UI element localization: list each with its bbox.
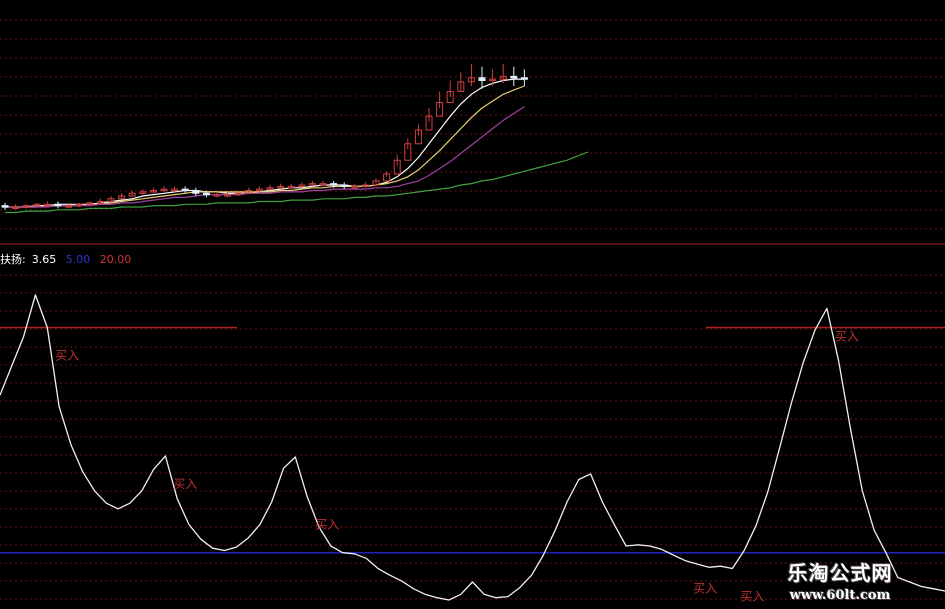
price-panel	[0, 64, 945, 245]
watermark-url: www.60lt.com	[789, 588, 891, 603]
site-watermark: 乐淘公式网 www.60lt.com	[765, 557, 915, 603]
buy-signal-label: 买入	[740, 589, 764, 603]
candle-body	[520, 77, 528, 80]
candle-body	[330, 183, 338, 186]
buy-signal-label: 买入	[55, 349, 79, 363]
buy-signal-label: 买入	[835, 329, 859, 343]
candle-body	[510, 75, 518, 79]
stock-chart: 买入买入买入买入买入买入	[0, 19, 945, 603]
price-panel-gridlines	[0, 19, 945, 230]
candle-body	[478, 77, 486, 81]
buy-signal-label: 买入	[693, 582, 717, 596]
indicator-name-label: 扶扬:	[0, 253, 26, 266]
indicator-value: 3.65	[31, 253, 57, 266]
candle-body	[192, 190, 200, 194]
indicator-legend: 扶扬: 3.65 5.00 20.00	[0, 251, 137, 267]
candle-body	[202, 192, 210, 196]
candle-body	[340, 184, 348, 187]
candle-body	[181, 188, 189, 192]
indicator-low-level: 5.00	[65, 253, 91, 266]
indicator-high-level: 20.00	[99, 253, 132, 266]
buy-signal-label: 买入	[315, 517, 339, 531]
oscillator-line	[0, 294, 945, 601]
oscillator-panel-gridlines	[0, 274, 945, 600]
candle-body	[1, 205, 9, 208]
candle-body	[54, 203, 62, 207]
buy-signal-label: 买入	[173, 477, 197, 491]
watermark-title: 乐淘公式网	[787, 561, 893, 585]
